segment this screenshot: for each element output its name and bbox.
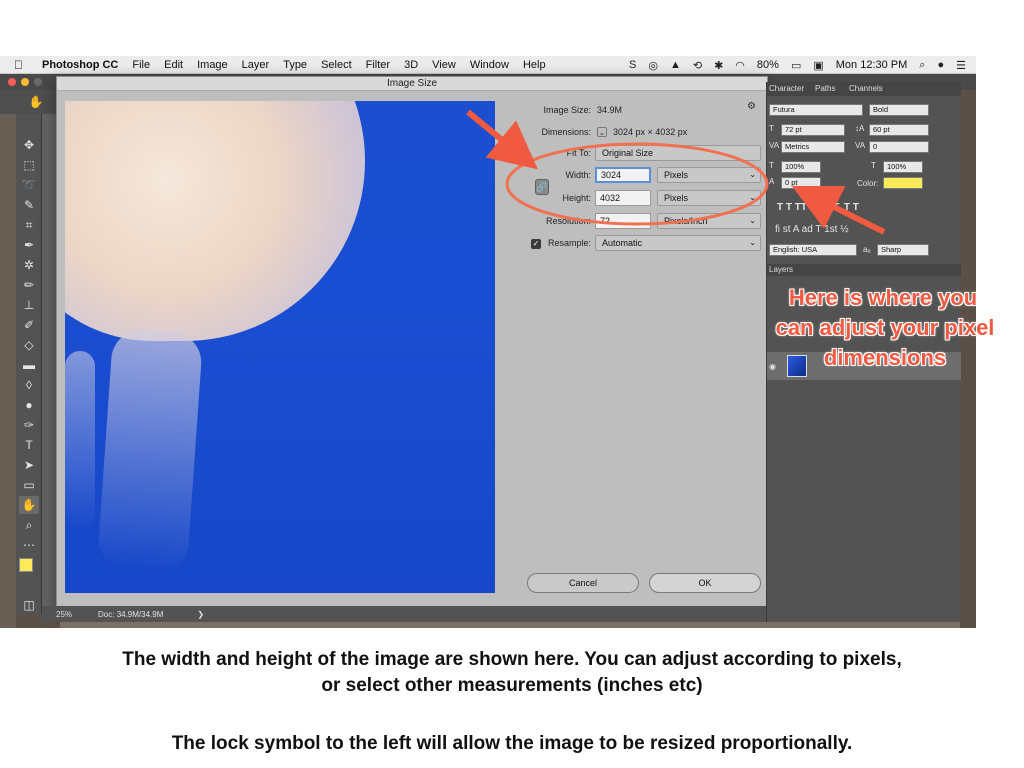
highlight-ellipse	[505, 142, 769, 226]
arrow-from-callout	[791, 185, 886, 235]
annotation-line-1: Here is where you	[788, 285, 978, 310]
caption-line-2: or select other measurements (inches etc…	[321, 675, 703, 696]
annotation-line-3: dimensions	[823, 345, 947, 370]
annotation-line-2: can adjust your pixel	[775, 315, 995, 340]
caption-line-3: The lock symbol to the left will allow t…	[171, 733, 853, 754]
caption-line-1: The width and height of the image are sh…	[122, 649, 902, 670]
arrow-to-width	[466, 109, 538, 170]
slide:  Photoshop CC File Edit Image Layer Typ…	[0, 0, 1024, 768]
